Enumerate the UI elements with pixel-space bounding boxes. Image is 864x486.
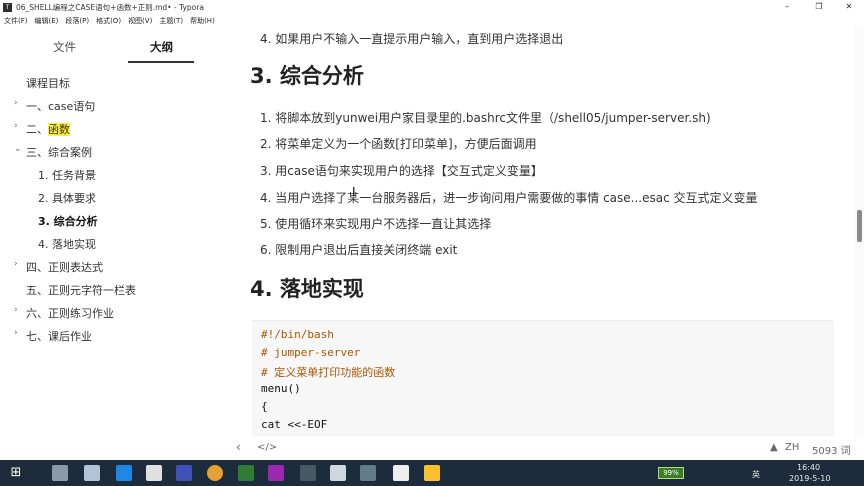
list-item: 4. 如果用户不输入一直提示用户输入，直到用户选择退出 xyxy=(260,32,564,46)
ime-indicator[interactable]: 英 xyxy=(752,469,760,480)
outline-item[interactable]: › 七、课后作业 xyxy=(14,328,92,344)
outline-label: 2. 具体要求 xyxy=(38,192,96,205)
windows-start-icon[interactable]: ⊞ xyxy=(8,465,24,481)
outline-item[interactable]: › 六、正则练习作业 xyxy=(14,305,114,321)
window-title: 06_SHELL编程之CASE语句+函数+正则.md• - Typora xyxy=(16,2,204,12)
chevron-right-icon[interactable]: › xyxy=(14,259,18,269)
outline-item[interactable]: 4. 落地实现 xyxy=(38,236,96,252)
outline-label: 五、正则元字符一栏表 xyxy=(26,284,136,297)
outline-label: 一、case语句 xyxy=(26,100,96,113)
active-tab-indicator xyxy=(128,61,194,63)
windows-taskbar: ⊞ 99% 英 16:40 2019-5-10 xyxy=(0,460,864,486)
section-heading: 3. 综合分析 xyxy=(250,64,364,88)
menu-theme[interactable]: 主题(T) xyxy=(159,16,183,26)
clock-date[interactable]: 2019-5-10 xyxy=(789,474,830,483)
outline-label: 4. 落地实现 xyxy=(38,238,96,251)
battery-indicator[interactable]: 99% xyxy=(658,467,684,479)
outline-item[interactable]: 五、正则元字符一栏表 xyxy=(26,282,136,298)
maximize-icon[interactable]: ❐ xyxy=(808,0,830,14)
vs-icon[interactable] xyxy=(176,465,192,481)
outline-label: 七、课后作业 xyxy=(26,330,92,343)
app-icon[interactable] xyxy=(238,465,254,481)
word-count[interactable]: 5093 词 xyxy=(812,442,851,457)
outline-label: 四、正则表达式 xyxy=(26,261,103,274)
app-icon[interactable] xyxy=(424,465,440,481)
clock-time[interactable]: 16:40 xyxy=(797,463,820,472)
code-line: menu() xyxy=(261,382,301,395)
edge-icon[interactable] xyxy=(116,465,132,481)
sidebar-tabs: 文件 大纲 xyxy=(0,27,228,63)
typora-app-icon: T xyxy=(3,2,12,12)
editor-pane[interactable]: 4. 如果用户不输入一直提示用户输入，直到用户选择退出 3. 综合分析 1. 将… xyxy=(228,27,854,437)
title-bar: T 06_SHELL编程之CASE语句+函数+正则.md• - Typora –… xyxy=(0,0,864,14)
outline-item[interactable]: 课程目标 xyxy=(26,75,70,91)
list-item: 5. 使用循环来实现用户不选择一直让其选择 xyxy=(260,217,492,231)
list-item: 1. 将脚本放到yunwei用户家目录里的.bashrc文件里（/shell05… xyxy=(260,111,711,125)
code-line: # 定义菜单打印功能的函数 xyxy=(261,366,396,379)
code-block[interactable]: #!/bin/bash # jumper-server # 定义菜单打印功能的函… xyxy=(252,320,834,437)
minimize-icon[interactable]: – xyxy=(776,0,798,14)
tab-files[interactable]: 文件 xyxy=(53,39,76,55)
chevron-down-icon[interactable]: ⌄ xyxy=(14,144,22,154)
outline-item[interactable]: 2. 具体要求 xyxy=(38,190,96,206)
menu-bar: 文件(F) 编辑(E) 段落(P) 格式(O) 视图(V) 主题(T) 帮助(H… xyxy=(0,14,864,27)
scrollbar-thumb[interactable] xyxy=(857,210,862,242)
text-cursor-icon: I xyxy=(352,185,356,199)
typora-taskbar-icon[interactable] xyxy=(393,465,409,481)
search-highlight: 函数 xyxy=(48,123,70,136)
chevron-right-icon[interactable]: › xyxy=(14,121,18,131)
outline-item[interactable]: › 一、case语句 xyxy=(14,98,96,114)
outline-label: 六、正则练习作业 xyxy=(26,307,114,320)
typora-window: T 06_SHELL编程之CASE语句+函数+正则.md• - Typora –… xyxy=(0,0,864,486)
chevron-right-icon[interactable]: › xyxy=(14,98,18,108)
menu-help[interactable]: 帮助(H) xyxy=(190,16,215,26)
app-icon[interactable] xyxy=(300,465,316,481)
list-item: 3. 用case语句来实现用户的选择【交互式定义变量】 xyxy=(260,164,543,178)
menu-view[interactable]: 视图(V) xyxy=(128,16,152,26)
list-item: 6. 限制用户退出后直接关闭终端 exit xyxy=(260,243,458,257)
sidebar: 文件 大纲 课程目标 › 一、case语句 › 二、函数 ⌄ 三、综合案例 1. 任务… xyxy=(0,27,228,460)
app-icon[interactable] xyxy=(52,465,68,481)
back-icon[interactable]: ‹ xyxy=(236,440,241,454)
chevron-right-icon[interactable]: › xyxy=(14,305,18,315)
menu-format[interactable]: 格式(O) xyxy=(96,16,121,26)
outline-label: 三、综合案例 xyxy=(26,146,92,159)
app-icon[interactable] xyxy=(330,465,346,481)
list-item: 2. 将菜单定义为一个函数[打印菜单]，方便后面调用 xyxy=(260,137,537,151)
outline-item-active[interactable]: 3. 综合分析 xyxy=(38,213,98,229)
outline-item[interactable]: ⌄ 三、综合案例 xyxy=(14,144,92,160)
app-icon[interactable] xyxy=(360,465,376,481)
outline-label: 二、 xyxy=(26,123,48,136)
outline-label: 1. 任务背景 xyxy=(38,169,96,182)
language-indicator[interactable]: ZH xyxy=(785,442,799,453)
code-line: # jumper-server xyxy=(261,346,361,359)
menu-file[interactable]: 文件(F) xyxy=(4,16,28,26)
outline-label: 3. 综合分析 xyxy=(38,215,98,228)
code-line: cat <<-EOF xyxy=(261,418,328,431)
outline-item[interactable]: › 二、函数 xyxy=(14,121,70,137)
code-line: #!/bin/bash xyxy=(261,328,334,341)
outline-item[interactable]: › 四、正则表达式 xyxy=(14,259,103,275)
chrome-icon[interactable] xyxy=(207,465,223,481)
status-bar: ‹ </> ▲ ZH 5093 词 xyxy=(228,437,864,460)
source-code-icon[interactable]: </> xyxy=(257,442,277,453)
outline-item[interactable]: 1. 任务背景 xyxy=(38,167,96,183)
code-line: { xyxy=(261,400,268,413)
menu-paragraph[interactable]: 段落(P) xyxy=(65,16,89,26)
app-icon[interactable] xyxy=(84,465,100,481)
tab-outline[interactable]: 大纲 xyxy=(150,39,173,55)
outline-label: 课程目标 xyxy=(26,77,70,90)
file-explorer-icon[interactable] xyxy=(146,465,162,481)
list-item: 4. 当用户选择了某一台服务器后，进一步询问用户需要做的事情 case...es… xyxy=(260,191,758,205)
section-heading: 4. 落地实现 xyxy=(250,277,364,301)
warning-icon[interactable]: ▲ xyxy=(770,442,778,453)
menu-edit[interactable]: 编辑(E) xyxy=(35,16,59,26)
chevron-right-icon[interactable]: › xyxy=(14,328,18,338)
app-icon[interactable] xyxy=(268,465,284,481)
close-icon[interactable]: ✕ xyxy=(838,0,860,14)
